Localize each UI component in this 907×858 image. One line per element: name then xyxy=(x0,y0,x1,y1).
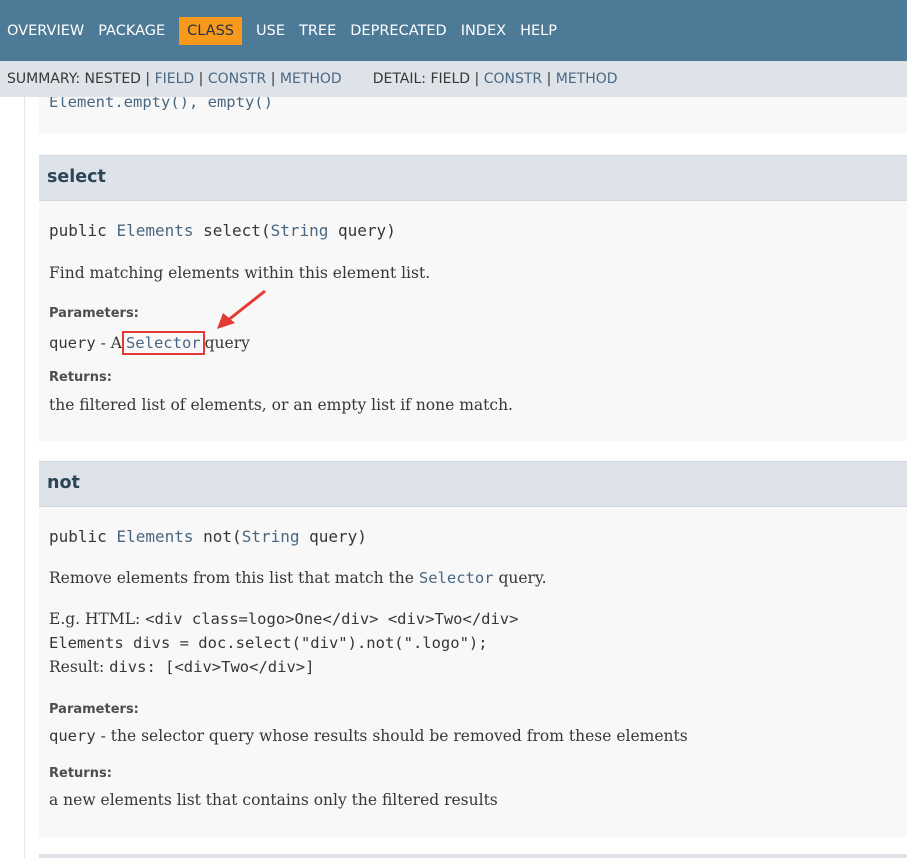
detail-links: DETAIL: FIELD | CONSTR | METHOD xyxy=(373,71,618,87)
sig-method-name: select xyxy=(203,221,261,240)
selector-link[interactable]: Selector xyxy=(419,569,494,587)
sig-method-name: not xyxy=(203,527,233,546)
example-html-code: <div class=logo>One</div> <div>Two</div> xyxy=(145,610,519,628)
summary-method-link[interactable]: METHOD xyxy=(280,71,342,87)
method-header: select xyxy=(39,155,907,201)
summary-field-link[interactable]: FIELD xyxy=(155,71,195,87)
sig-return-type-link[interactable]: Elements xyxy=(116,221,193,240)
method-title: select xyxy=(47,167,106,187)
nav-package[interactable]: PACKAGE xyxy=(98,23,165,39)
method-header: not xyxy=(39,461,907,507)
nav-index[interactable]: INDEX xyxy=(461,23,506,39)
sig-modifier: public xyxy=(49,527,107,546)
method-signature: public Elements not(String query) xyxy=(49,527,367,546)
summary-constr-link[interactable]: CONSTR xyxy=(208,71,266,87)
sub-navigation-bar: SUMMARY: NESTED | FIELD | CONSTR | METHO… xyxy=(0,61,907,97)
sig-modifier: public xyxy=(49,221,107,240)
previous-method-block: Element.empty(), empty() xyxy=(39,97,907,134)
nav-deprecated[interactable]: DEPRECATED xyxy=(350,23,446,39)
sig-return-type-link[interactable]: Elements xyxy=(116,527,193,546)
method-signature: public Elements select(String query) xyxy=(49,221,396,240)
top-navigation-bar: OVERVIEW PACKAGE CLASS USE TREE DEPRECAT… xyxy=(0,0,907,61)
parameter-row: query - the selector query whose results… xyxy=(49,727,688,745)
method-description: Find matching elements within this eleme… xyxy=(49,264,431,282)
next-method-header-edge xyxy=(39,854,907,858)
summary-label: SUMMARY: NESTED xyxy=(7,71,141,87)
param-name: query xyxy=(49,727,96,745)
desc-text: query. xyxy=(498,569,547,587)
returns-label: Returns: xyxy=(49,370,112,385)
annotation-arrow-icon xyxy=(217,289,266,329)
nav-tree[interactable]: TREE xyxy=(299,23,336,39)
param-name: query xyxy=(49,334,96,352)
result-code: divs: [<div>Two</div>] xyxy=(109,658,315,676)
method-block-not: not public Elements not(String query) Re… xyxy=(39,461,907,837)
parameters-label: Parameters: xyxy=(49,306,139,321)
example-result-line: Result: divs: [<div>Two</div>] xyxy=(49,658,314,676)
method-block-select: select public Elements select(String que… xyxy=(39,155,907,441)
method-title: not xyxy=(47,473,80,493)
sig-param-type-link[interactable]: String xyxy=(271,221,329,240)
left-border-line xyxy=(24,97,25,858)
detail-method-link[interactable]: METHOD xyxy=(556,71,618,87)
detail-label: DETAIL: FIELD xyxy=(372,71,471,87)
sig-param-type-link[interactable]: String xyxy=(242,527,300,546)
summary-links: SUMMARY: NESTED | FIELD | CONSTR | METHO… xyxy=(7,71,342,87)
nav-use[interactable]: USE xyxy=(256,23,285,39)
nav-class[interactable]: CLASS xyxy=(179,16,243,45)
detail-constr-link[interactable]: CONSTR xyxy=(484,71,542,87)
sig-param-name: query xyxy=(309,527,358,546)
selector-link-highlighted[interactable]: Selector xyxy=(121,331,205,355)
result-prefix: Result: xyxy=(49,658,105,676)
parameters-label: Parameters: xyxy=(49,702,139,717)
previous-see-also-links[interactable]: Element.empty(), empty() xyxy=(49,97,273,111)
desc-text: Remove elements from this list that matc… xyxy=(49,569,414,587)
example-prefix: E.g. HTML: xyxy=(49,610,141,628)
returns-description: a new elements list that contains only t… xyxy=(49,791,498,809)
separator: | xyxy=(270,71,276,87)
separator: | xyxy=(546,71,552,87)
method-description: Remove elements from this list that matc… xyxy=(49,569,547,587)
nav-overview[interactable]: OVERVIEW xyxy=(7,23,84,39)
param-desc-prefix: - A xyxy=(100,334,122,352)
separator: | xyxy=(145,71,151,87)
param-desc: - the selector query whose results shoul… xyxy=(100,727,688,745)
separator: | xyxy=(474,71,480,87)
returns-description: the filtered list of elements, or an emp… xyxy=(49,396,513,414)
returns-label: Returns: xyxy=(49,766,112,781)
sig-param-name: query xyxy=(338,221,387,240)
example-html-line: E.g. HTML: <div class=logo>One</div> <di… xyxy=(49,610,518,628)
nav-help[interactable]: HELP xyxy=(520,23,557,39)
param-desc-suffix: query xyxy=(204,334,250,352)
example-code-line: Elements divs = doc.select("div").not(".… xyxy=(49,634,488,652)
separator: | xyxy=(198,71,204,87)
